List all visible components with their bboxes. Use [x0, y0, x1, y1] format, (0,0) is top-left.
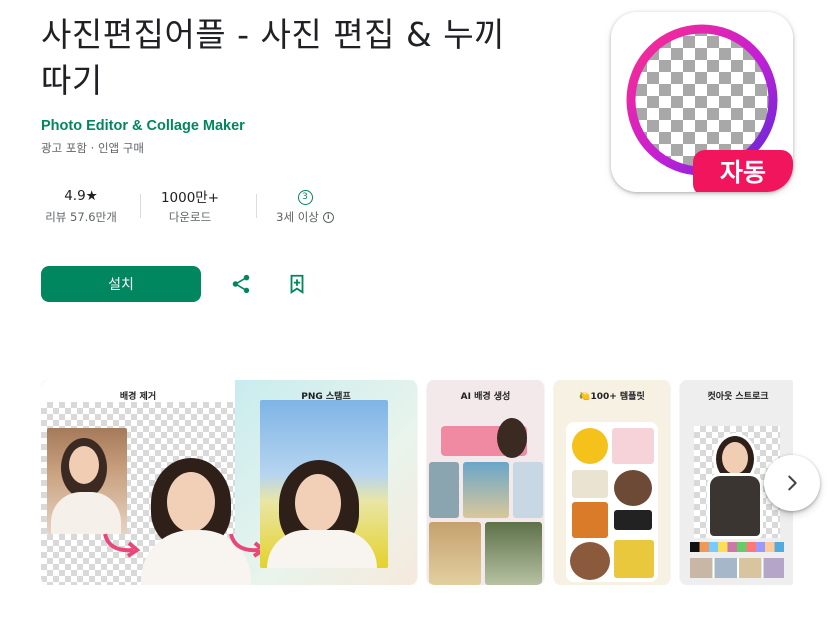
rating-value: 4.9★ [64, 188, 98, 204]
ads-note: 광고 포함 · 인앱 구매 [41, 141, 144, 155]
app-title: 사진편집어플 - 사진 편집 & 누끼따기 [41, 15, 505, 100]
age-rating-badge: 3 [297, 189, 313, 205]
stats-row: 4.9★ 리뷰 57.6만개 1000만+ 다운로드 3 3세 이상 i [41, 186, 345, 226]
stat-divider [256, 194, 257, 218]
downloads-label: 다운로드 [168, 210, 212, 224]
share-icon [232, 274, 250, 294]
wishlist-button[interactable] [283, 270, 311, 298]
carousel-next-button[interactable] [764, 455, 820, 511]
age-rating-label: 3세 이상 [276, 210, 319, 224]
screenshot-carousel: 배경 제거 PNG 스탬프 AI 배경 생성 🍋100+ 템플릿 컷아웃 스트로… [41, 380, 793, 585]
wishlist-icon [290, 274, 304, 294]
install-button[interactable]: 설치 [41, 266, 201, 302]
downloads-stat: 1000만+ 다운로드 [141, 186, 239, 226]
icon-badge-text: 자동 [720, 158, 766, 187]
developer-link[interactable]: Photo Editor & Collage Maker [41, 118, 245, 134]
screenshot-1[interactable]: 배경 제거 PNG 스탬프 [41, 380, 417, 585]
screenshot-caption: 컷아웃 스트로크 [707, 392, 769, 402]
screenshot-caption: 배경 제거 [119, 392, 157, 402]
rating-label: 리뷰 57.6만개 [45, 210, 117, 224]
chevron-right-icon [788, 475, 797, 491]
age-rating-stat[interactable]: 3 3세 이상 i [265, 186, 345, 226]
screenshot-3[interactable]: 🍋100+ 템플릿 [554, 380, 670, 585]
screenshot-2[interactable]: AI 배경 생성 [427, 380, 544, 585]
info-icon[interactable]: i [322, 211, 334, 223]
app-icon: 자동 [611, 12, 793, 192]
rating-stat: 4.9★ 리뷰 57.6만개 [41, 186, 121, 226]
share-button[interactable] [227, 270, 255, 298]
screenshot-caption: AI 배경 생성 [460, 392, 511, 402]
downloads-value: 1000만+ [160, 190, 220, 206]
screenshot-caption: 🍋100+ 템플릿 [579, 392, 645, 402]
